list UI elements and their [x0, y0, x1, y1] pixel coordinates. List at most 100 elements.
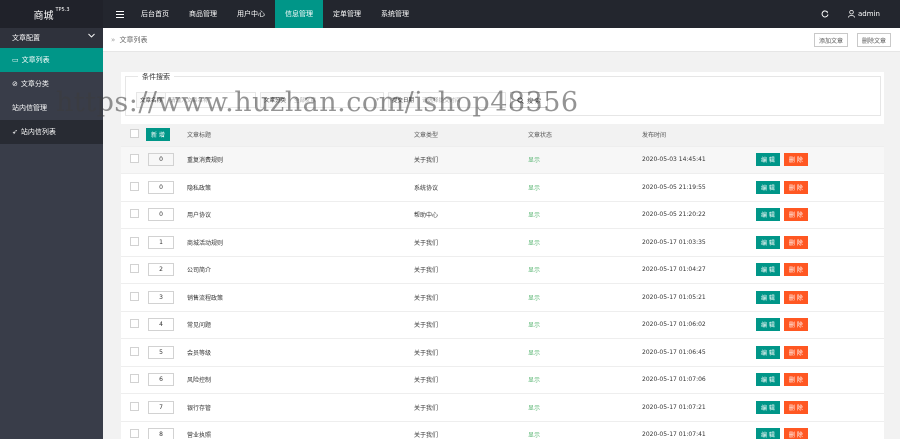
sort-cell: 0	[145, 201, 185, 229]
status-cell[interactable]: 显示	[528, 338, 642, 367]
sort-input[interactable]: 4	[148, 318, 174, 332]
sort-input[interactable]: 0	[148, 153, 174, 167]
delete-button[interactable]: 删 除	[783, 318, 808, 332]
nav-item-goods[interactable]: 商品管理	[179, 0, 227, 28]
delete-button[interactable]: 删 除	[783, 263, 808, 277]
delete-button[interactable]: 删 除	[783, 290, 808, 304]
row-checkbox[interactable]	[130, 209, 139, 219]
status-cell[interactable]: 显示	[528, 283, 642, 312]
sidebar-item-article-list[interactable]: ▭ 文章列表	[0, 48, 103, 72]
status-cell[interactable]: 显示	[528, 311, 642, 339]
status-cell[interactable]: 显示	[528, 173, 642, 202]
nav-item-users[interactable]: 用户中心	[227, 0, 275, 28]
add-article-button[interactable]: 添加文章	[814, 33, 849, 47]
status-cell[interactable]: 显示	[528, 393, 642, 422]
status-cell[interactable]: 显示	[528, 228, 642, 257]
chevron-up-icon	[88, 33, 95, 38]
time-cell: 2020-05-17 01:07:21	[642, 393, 756, 422]
time-cell: 2020-05-17 01:04:27	[642, 256, 756, 284]
logo[interactable]: 商城 TP5.3	[0, 0, 103, 28]
actions-cell: 编 辑删 除	[756, 366, 884, 394]
category-cell: 系统协议	[414, 173, 528, 202]
title-cell: 银行存管	[185, 393, 414, 422]
edit-button[interactable]: 编 辑	[756, 428, 780, 439]
delete-article-button[interactable]: 删除文章	[857, 33, 892, 47]
status-cell[interactable]: 显示	[528, 256, 642, 284]
sort-cell: 0	[145, 173, 185, 202]
row-checkbox[interactable]	[130, 319, 139, 329]
menu-icon[interactable]	[110, 0, 130, 28]
refresh-icon[interactable]	[816, 0, 834, 28]
sort-header-cell: 新 增	[145, 124, 185, 147]
sidebar-item-message-list[interactable]: ➶ 站内信列表	[0, 120, 103, 144]
sort-input[interactable]: 2	[148, 263, 174, 277]
time-cell: 2020-05-17 01:06:02	[642, 311, 756, 339]
select-all-checkbox[interactable]	[130, 129, 139, 139]
sort-cell: 8	[145, 421, 185, 439]
delete-button[interactable]: 删 除	[783, 428, 808, 439]
edit-button[interactable]: 编 辑	[756, 290, 780, 304]
sort-input[interactable]: 3	[148, 290, 174, 304]
actions-header	[756, 124, 884, 147]
search-legend: 条件搜索	[138, 72, 174, 82]
sidebar-item-label: 站内信列表	[20, 128, 56, 136]
status-cell[interactable]: 显示	[528, 201, 642, 229]
edit-button[interactable]: 编 辑	[756, 180, 780, 194]
nav-item-orders[interactable]: 定单管理	[323, 0, 371, 28]
row-checkbox[interactable]	[130, 374, 139, 384]
delete-button[interactable]: 删 除	[783, 180, 808, 194]
edit-button[interactable]: 编 辑	[756, 263, 780, 277]
user-icon	[848, 10, 855, 18]
select-all-cell	[121, 124, 145, 147]
row-check-cell	[121, 421, 145, 439]
delete-button[interactable]: 删 除	[783, 400, 808, 414]
nav-item-home[interactable]: 后台首页	[131, 0, 179, 28]
sort-input[interactable]: 1	[148, 235, 174, 249]
row-check-cell	[121, 228, 145, 257]
edit-button[interactable]: 编 辑	[756, 400, 780, 414]
category-cell: 关于我们	[414, 146, 528, 174]
title-cell: 商城活动规则	[185, 228, 414, 257]
sort-input[interactable]: 5	[148, 345, 174, 359]
edit-button[interactable]: 编 辑	[756, 318, 780, 332]
time-cell: 2020-05-17 01:03:35	[642, 228, 756, 257]
delete-button[interactable]: 删 除	[783, 153, 808, 167]
row-checkbox[interactable]	[130, 264, 139, 274]
sort-input[interactable]: 0	[148, 180, 174, 194]
sort-input[interactable]: 0	[148, 208, 174, 222]
row-checkbox[interactable]	[130, 429, 139, 439]
row-checkbox[interactable]	[130, 401, 139, 411]
row-checkbox[interactable]	[130, 181, 139, 191]
delete-button[interactable]: 删 除	[783, 208, 808, 222]
breadcrumb-separator: »	[111, 36, 116, 44]
edit-button[interactable]: 编 辑	[756, 373, 780, 387]
sort-input[interactable]: 6	[148, 373, 174, 387]
edit-button[interactable]: 编 辑	[756, 235, 780, 249]
user-menu[interactable]: admin	[848, 0, 880, 28]
add-sort-button[interactable]: 新 增	[146, 128, 170, 142]
delete-button[interactable]: 删 除	[783, 235, 808, 249]
sidebar-group-article[interactable]: 文章配置	[0, 28, 103, 48]
article-table: 新 增 文章标题 文章类型 文章状态 发布时间 0 重复消费规则 关于我们 显示 202…	[121, 124, 884, 439]
delete-button[interactable]: 删 除	[783, 373, 808, 387]
title-cell: 销售流程政策	[185, 283, 414, 312]
status-cell[interactable]: 显示	[528, 146, 642, 174]
row-checkbox[interactable]	[130, 236, 139, 246]
row-checkbox[interactable]	[130, 346, 139, 356]
sort-cell: 3	[145, 283, 185, 312]
delete-button[interactable]: 删 除	[783, 345, 808, 359]
nav-item-system[interactable]: 系统管理	[371, 0, 419, 28]
status-cell[interactable]: 显示	[528, 366, 642, 394]
status-cell[interactable]: 显示	[528, 421, 642, 439]
row-checkbox[interactable]	[130, 291, 139, 301]
edit-button[interactable]: 编 辑	[756, 208, 780, 222]
row-checkbox[interactable]	[130, 154, 139, 164]
nav-item-info[interactable]: 信息管理	[275, 0, 323, 28]
category-cell: 关于我们	[414, 311, 528, 339]
edit-button[interactable]: 编 辑	[756, 345, 780, 359]
actions-cell: 编 辑删 除	[756, 393, 884, 422]
sort-input[interactable]: 8	[148, 428, 174, 439]
sort-input[interactable]: 7	[148, 400, 174, 414]
edit-button[interactable]: 编 辑	[756, 153, 780, 167]
time-cell: 2020-05-05 21:19:55	[642, 173, 756, 202]
